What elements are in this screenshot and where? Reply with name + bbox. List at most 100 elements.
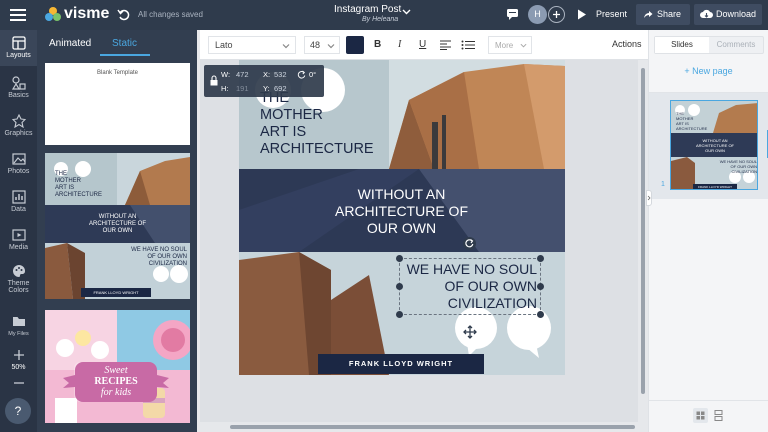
nav-theme-colors[interactable]: Theme Colors [0,264,37,294]
document-title[interactable]: Instagram Post [334,4,401,15]
nav-data-label: Data [11,206,26,213]
present-button[interactable]: Present [596,9,627,19]
chevron-down-icon [327,44,335,49]
visme-logo-icon [44,6,62,24]
bold-button[interactable]: B [374,39,381,50]
t2-low-3: CIVILIZATION [148,261,187,267]
nav-media[interactable]: Media [0,228,37,251]
font-family-select[interactable]: Lato [208,36,296,54]
share-button-label: Share [657,9,682,19]
t2-title-3: ART IS [55,185,75,191]
left-nav: Layouts Basics Graphics Photos Data Medi… [0,30,37,432]
comment-icon[interactable] [506,8,519,21]
slide-thumb-mid: WITHOUT AN ARCHITECTURE OF OUR OWN [691,138,739,153]
font-size-select[interactable]: 48 [304,36,340,54]
tab-slides[interactable]: Slides [655,37,709,53]
save-status: All changes saved [138,10,203,19]
panel-collapse-handle[interactable] [646,190,652,206]
zoom-in-button[interactable] [0,348,37,364]
nav-layouts[interactable]: Layouts [0,36,37,59]
y-value[interactable]: 692 [274,84,287,93]
height-value[interactable]: 191 [236,84,249,93]
tab-static[interactable]: Static [112,38,137,49]
palette-icon [12,265,25,277]
chevron-down-icon [520,43,527,48]
x-value[interactable]: 532 [274,70,287,79]
graphics-icon [11,114,26,128]
resize-handle-bottom-left[interactable] [396,311,403,318]
template-blank[interactable]: Blank Template [45,63,190,145]
post-mid-line-2: ARCHITECTURE OF [335,203,468,219]
vertical-scrollbar-thumb[interactable] [641,68,645,394]
t2-title-2: MOTHER [55,178,81,184]
align-left-icon[interactable] [440,40,451,50]
resize-handle-top-left[interactable] [396,255,403,262]
list-icon[interactable] [461,40,475,50]
post-middle-text[interactable]: WITHOUT AN ARCHITECTURE OF OUR OWN [319,186,484,237]
avatar[interactable]: H [528,5,547,24]
horizontal-scrollbar-thumb[interactable] [230,425,635,429]
resize-handle-bottom-right[interactable] [537,311,544,318]
x-label: X: [263,70,271,79]
photos-icon [11,153,26,165]
actions-button[interactable]: Actions [612,39,642,49]
nav-basics[interactable]: Basics [0,76,37,99]
share-icon [644,11,653,18]
nav-data[interactable]: Data [0,190,37,213]
help-button[interactable]: ? [5,398,31,424]
nav-media-label: Media [8,244,29,251]
tab-static-underline [100,54,150,56]
post-title-block[interactable]: THE MOTHER ART IS ARCHITECTURE [260,90,374,158]
post-title-line-4: ARCHITECTURE [260,141,374,157]
post-banner-text[interactable]: FRANK LLOYD WRIGHT [318,359,484,368]
t2-title-4: ARCHITECTURE [55,192,103,198]
nav-my-files[interactable]: My Files [0,314,37,337]
t2-low-1: WE HAVE NO SOUL [131,247,187,253]
nav-theme-label-2: Colors [8,287,29,294]
t3-line2: RECIPES [94,376,138,387]
resize-handle-top-right[interactable] [537,255,544,262]
slide-thumbnail-1[interactable]: THE MOTHER ART IS ARCHITECTURE WITHOUT A… [670,100,758,190]
new-page-button[interactable]: + New page [649,66,768,76]
tab-comments[interactable]: Comments [709,37,763,53]
y-label: Y: [263,84,270,93]
lock-icon[interactable] [210,75,218,86]
undo-icon[interactable] [117,8,130,21]
add-collaborator-icon[interactable] [548,6,565,23]
blank-template-label: Blank Template [97,70,138,76]
resize-handle-left[interactable] [396,283,403,290]
chevron-down-icon[interactable] [402,7,411,16]
share-button[interactable]: Share [636,4,690,25]
top-bar: visme All changes saved Instagram Post B… [0,0,768,30]
slide-number: 1 [661,181,665,188]
play-icon[interactable] [577,9,587,20]
zoom-out-button[interactable] [0,376,37,392]
text-color-swatch[interactable] [346,36,364,54]
canvas-area[interactable]: THE MOTHER ART IS ARCHITECTURE WITHOUT A… [200,60,648,432]
template-sweet-recipes[interactable]: Sweet RECIPES for kids [45,310,190,423]
rotation-value[interactable]: 0° [309,70,316,79]
underline-button[interactable]: U [419,39,426,50]
move-handle-icon[interactable] [463,325,477,339]
tab-animated[interactable]: Animated [49,38,91,49]
plus-icon [13,350,24,360]
rotate-handle-icon[interactable] [463,237,476,250]
list-view-icon[interactable] [711,408,726,423]
selection-box[interactable] [399,258,541,315]
hamburger-menu-icon[interactable] [10,8,26,22]
more-dropdown[interactable]: More [488,36,532,54]
nav-graphics[interactable]: Graphics [0,114,37,137]
t2-title-1: THE [55,171,67,177]
width-value[interactable]: 472 [236,70,249,79]
text-toolbar: Lato 48 B I U More Actions [200,30,648,60]
nav-graphics-label: Graphics [4,130,33,137]
italic-button[interactable]: I [398,39,401,50]
template-architecture-mid: WITHOUT AN ARCHITECTURE OF OUR OWN [80,214,155,235]
grid-view-icon[interactable] [693,408,708,423]
post-mid-line-1: WITHOUT AN [357,186,446,202]
template-architecture[interactable]: THE MOTHER ART IS ARCHITECTURE WITHOUT A… [45,153,190,299]
resize-handle-right[interactable] [537,283,544,290]
instagram-post-canvas[interactable]: THE MOTHER ART IS ARCHITECTURE WITHOUT A… [239,60,565,375]
download-button[interactable]: Download [694,4,762,25]
nav-photos[interactable]: Photos [0,152,37,175]
